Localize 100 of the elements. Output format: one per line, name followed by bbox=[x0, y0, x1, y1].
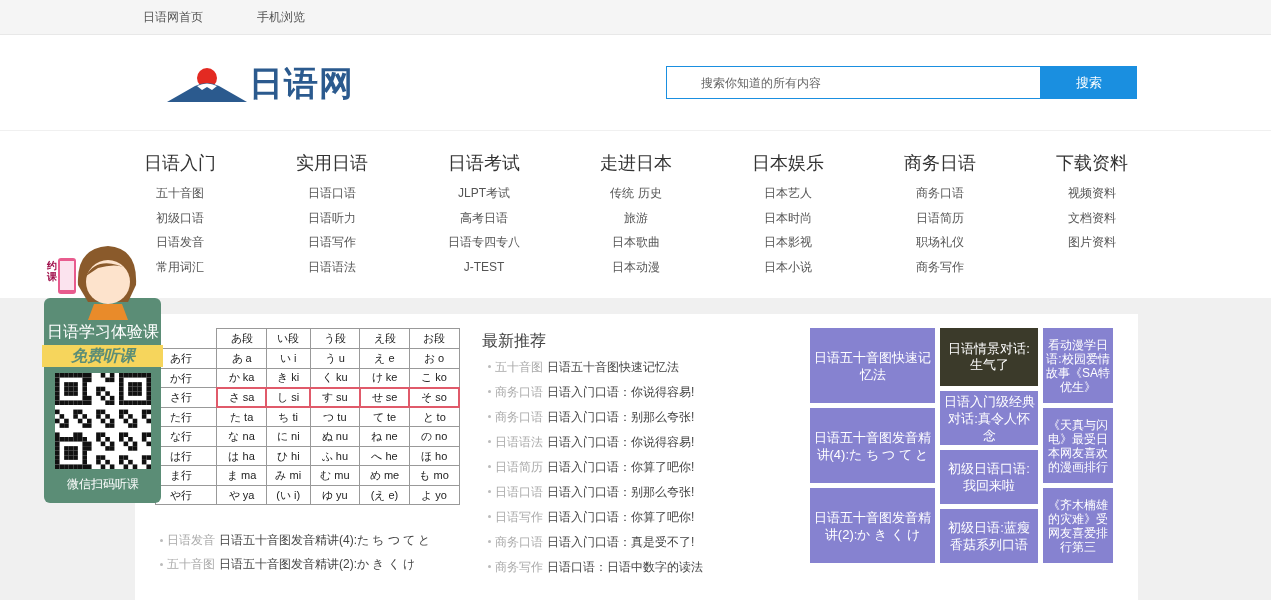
article-link[interactable]: 日语入门口语：真是受不了! bbox=[547, 532, 695, 551]
kana-cell: ま ma bbox=[216, 465, 267, 485]
kana-cell: し si bbox=[266, 387, 311, 407]
kana-cell: あ a bbox=[216, 348, 267, 368]
nav-heading[interactable]: 走进日本 bbox=[600, 149, 672, 177]
nav-heading[interactable]: 日语考试 bbox=[448, 149, 520, 177]
search-field[interactable]: 搜索你知道的所有内容 bbox=[666, 66, 1041, 99]
kana-cell: (い i) bbox=[266, 485, 311, 505]
table-header-cell: う段 bbox=[310, 328, 360, 349]
photo-placeholder[interactable]: 日语情景对话:生气了 bbox=[940, 328, 1038, 386]
kana-cell: ち ti bbox=[266, 407, 311, 427]
kana-cell: ぬ nu bbox=[310, 426, 360, 446]
tile-caption: 日语情景对话:生气了 bbox=[947, 341, 1031, 373]
qr-caption: 微信扫码听课 bbox=[66, 476, 139, 493]
nav-link[interactable]: 日语语法 bbox=[308, 254, 356, 279]
article-link[interactable]: 日语五十音图快速记忆法 bbox=[547, 357, 679, 376]
kana-cell: ゆ yu bbox=[310, 485, 360, 505]
article-link[interactable]: 日语入门口语：你说得容易! bbox=[547, 432, 695, 451]
nav-link[interactable]: 日语专四专八 bbox=[448, 230, 520, 255]
kana-cell: ね ne bbox=[359, 426, 410, 446]
phone-label: 约课 bbox=[47, 260, 57, 282]
nav-link[interactable]: 日本时尚 bbox=[764, 205, 812, 230]
kana-cell: な na bbox=[216, 426, 267, 446]
nav-link[interactable]: 日本艺人 bbox=[764, 181, 812, 206]
article-link[interactable]: 日语五十音图发音精讲(4):た ち つ て と bbox=[219, 531, 431, 549]
nav-link[interactable]: 旅游 bbox=[624, 205, 648, 230]
kana-cell: え e bbox=[359, 348, 410, 368]
kana-cell: よ yo bbox=[409, 485, 459, 505]
nav-link[interactable]: 日语发音 bbox=[156, 230, 204, 255]
kana-cell: め me bbox=[359, 465, 410, 485]
nav-heading[interactable]: 日语入门 bbox=[144, 149, 216, 177]
kana-cell: も mo bbox=[409, 465, 459, 485]
top-link[interactable]: 日语网首页 bbox=[143, 8, 203, 26]
kana-cell: や ya bbox=[216, 485, 267, 505]
nav-link[interactable]: 日本影视 bbox=[764, 230, 812, 255]
kana-cell: た ta bbox=[216, 407, 267, 427]
top-link[interactable]: 手机浏览 bbox=[257, 8, 305, 26]
table-header-cell: あ段 bbox=[216, 328, 267, 349]
nav-link[interactable]: 文档资料 bbox=[1068, 205, 1116, 230]
article-link[interactable]: 日语入门口语：你说得容易! bbox=[547, 382, 695, 401]
kana-cell: さ sa bbox=[216, 387, 267, 407]
kana-cell: へ he bbox=[359, 446, 410, 466]
kana-cell: は ha bbox=[216, 446, 267, 466]
section-title: 最新推荐 bbox=[482, 331, 547, 351]
nav-heading[interactable]: 商务日语 bbox=[904, 149, 976, 177]
nav-link[interactable]: 职场礼仪 bbox=[916, 230, 964, 255]
nav-link[interactable]: 高考日语 bbox=[460, 205, 508, 230]
nav-link[interactable]: 日本歌曲 bbox=[612, 230, 660, 255]
logo-text: 日语网 bbox=[249, 63, 354, 102]
article-link[interactable]: 日语入门口语：别那么夸张! bbox=[547, 482, 695, 501]
nav-link[interactable]: 商务口语 bbox=[916, 181, 964, 206]
article-link[interactable]: 日语入门口语：你算了吧你! bbox=[547, 457, 695, 476]
kana-cell: (え e) bbox=[359, 485, 410, 505]
nav-link[interactable]: 日语简历 bbox=[916, 205, 964, 230]
article-link[interactable]: 日语口语：日语中数字的读法 bbox=[547, 557, 703, 576]
qr-code-icon bbox=[54, 373, 151, 469]
kana-cell: て te bbox=[359, 407, 410, 427]
kana-cell: い i bbox=[266, 348, 311, 368]
kana-cell: み mi bbox=[266, 465, 311, 485]
table-header-cell: え段 bbox=[359, 328, 410, 349]
free-class-badge: 免费听课 bbox=[42, 345, 163, 367]
kana-cell: ほ ho bbox=[409, 446, 459, 466]
nav-link[interactable]: 图片资料 bbox=[1068, 230, 1116, 255]
kana-cell: お o bbox=[409, 348, 459, 368]
nav-link[interactable]: 常用词汇 bbox=[156, 254, 204, 279]
mountain-sun-icon bbox=[167, 65, 247, 102]
nav-heading[interactable]: 日本娱乐 bbox=[752, 149, 824, 177]
nav-link[interactable]: 商务写作 bbox=[916, 254, 964, 279]
site-logo[interactable]: 日语网 bbox=[167, 63, 354, 102]
nav-link[interactable]: 日语口语 bbox=[308, 181, 356, 206]
nav-link[interactable]: 五十音图 bbox=[156, 181, 204, 206]
kana-cell: つ tu bbox=[310, 407, 360, 427]
table-header-cell: お段 bbox=[409, 328, 459, 349]
table-header-cell: い段 bbox=[266, 328, 311, 349]
nav-link[interactable]: 传统 历史 bbox=[610, 181, 662, 206]
nav-link[interactable]: J-TEST bbox=[463, 254, 505, 279]
promo-title: 日语学习体验课 bbox=[46, 322, 159, 342]
nav-link[interactable]: 日本动漫 bbox=[612, 254, 660, 279]
kana-cell: と to bbox=[409, 407, 459, 427]
article-link[interactable]: 日语入门口语：别那么夸张! bbox=[547, 407, 695, 426]
article-link[interactable]: 日语五十音图发音精讲(2):か き く け bbox=[219, 555, 415, 573]
kana-cell: う u bbox=[310, 348, 360, 368]
nav-heading[interactable]: 下载资料 bbox=[1056, 149, 1128, 177]
nav-link[interactable]: 日本小说 bbox=[764, 254, 812, 279]
nav-link[interactable]: 初级口语 bbox=[156, 205, 204, 230]
article-link[interactable]: 日语入门口语：你算了吧你! bbox=[547, 507, 695, 526]
kana-cell: せ se bbox=[359, 387, 410, 407]
kana-cell: の no bbox=[409, 426, 459, 446]
kana-cell: に ni bbox=[266, 426, 311, 446]
kana-cell: す su bbox=[310, 387, 360, 407]
nav-link[interactable]: 视频资料 bbox=[1068, 181, 1116, 206]
nav-link[interactable]: JLPT考试 bbox=[458, 181, 510, 206]
nav-link[interactable]: 日语听力 bbox=[308, 205, 356, 230]
kana-cell: む mu bbox=[310, 465, 360, 485]
kana-cell: そ so bbox=[409, 387, 459, 407]
promo-card[interactable]: 日语学习体验课 免费听课 微信扫码听课 bbox=[44, 298, 161, 503]
nav-heading[interactable]: 实用日语 bbox=[296, 149, 368, 177]
nav-link[interactable]: 日语写作 bbox=[308, 230, 356, 255]
kana-cell: ふ hu bbox=[310, 446, 360, 466]
kana-cell: ひ hi bbox=[266, 446, 311, 466]
